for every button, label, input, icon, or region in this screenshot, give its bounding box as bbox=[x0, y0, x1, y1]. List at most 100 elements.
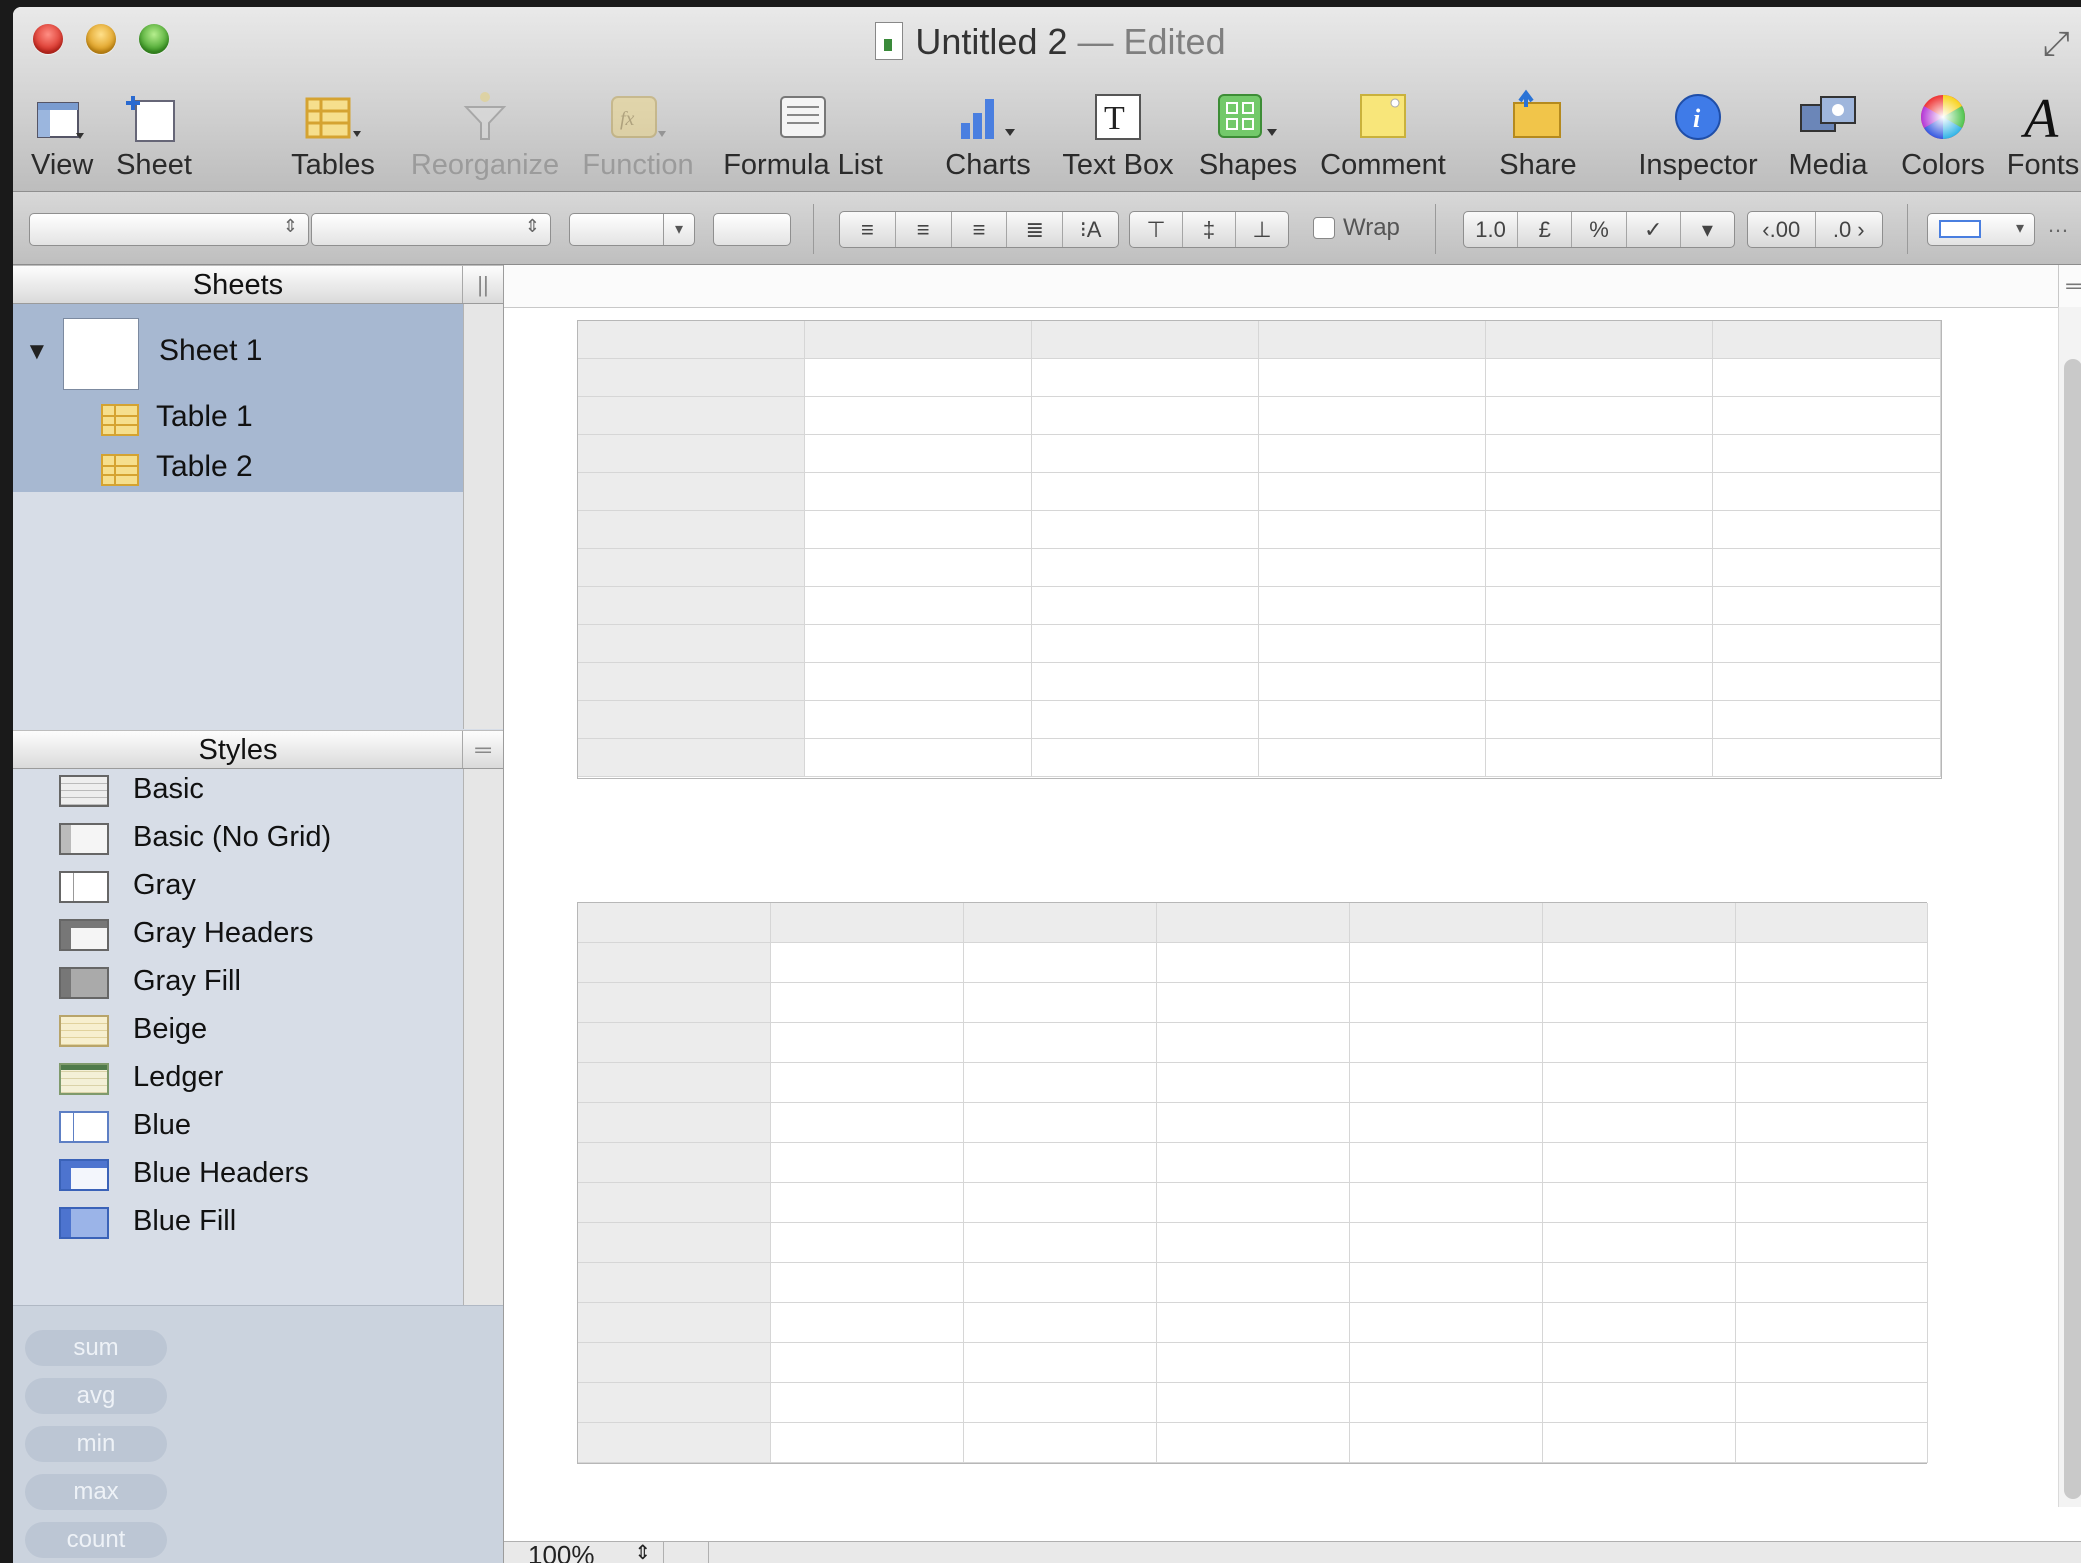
table-cell[interactable] bbox=[1736, 1263, 1928, 1303]
table-cell[interactable] bbox=[964, 1383, 1157, 1423]
table-cell[interactable] bbox=[1543, 1143, 1736, 1183]
table-cell[interactable] bbox=[1713, 549, 1941, 587]
table-cell[interactable] bbox=[1259, 587, 1486, 625]
style-item[interactable]: Beige bbox=[13, 1009, 463, 1057]
table-cell[interactable] bbox=[1736, 1103, 1928, 1143]
table-cell[interactable] bbox=[1350, 1183, 1543, 1223]
document-icon[interactable] bbox=[875, 22, 904, 60]
style-item[interactable]: Blue Fill bbox=[13, 1201, 463, 1249]
table-cell[interactable] bbox=[805, 511, 1032, 549]
table-cell[interactable] bbox=[1032, 397, 1259, 435]
table-cell[interactable] bbox=[964, 1023, 1157, 1063]
header-cell[interactable] bbox=[578, 549, 805, 587]
style-item[interactable]: Blue Headers bbox=[13, 1153, 463, 1201]
table-cell[interactable] bbox=[805, 435, 1032, 473]
table-cell[interactable] bbox=[771, 1303, 964, 1343]
table-cell[interactable] bbox=[1543, 1103, 1736, 1143]
table-cell[interactable] bbox=[1350, 1263, 1543, 1303]
align-auto-icon[interactable]: ⁝A bbox=[1063, 212, 1118, 247]
align-right-icon[interactable]: ≡ bbox=[952, 212, 1008, 247]
table-cell[interactable] bbox=[1486, 701, 1713, 739]
header-cell[interactable] bbox=[578, 397, 805, 435]
vertical-scroll-thumb[interactable] bbox=[2064, 359, 2081, 1499]
align-middle-icon[interactable]: ‡ bbox=[1183, 212, 1236, 247]
table-cell[interactable] bbox=[1032, 587, 1259, 625]
table-cell[interactable] bbox=[1486, 739, 1713, 777]
number-format-control[interactable]: 1.0 £ % ✓ ▾ bbox=[1463, 211, 1735, 248]
table-cell[interactable] bbox=[805, 473, 1032, 511]
table-cell[interactable] bbox=[1486, 511, 1713, 549]
table-cell[interactable] bbox=[1736, 1063, 1928, 1103]
table-cell[interactable] bbox=[1350, 1063, 1543, 1103]
wrap-checkbox[interactable] bbox=[1313, 217, 1335, 239]
table-cell[interactable] bbox=[1736, 1023, 1928, 1063]
table-cell[interactable] bbox=[1259, 625, 1486, 663]
header-cell[interactable] bbox=[1486, 321, 1713, 359]
header-cell[interactable] bbox=[578, 1143, 771, 1183]
more-overflow-icon[interactable]: … bbox=[2047, 212, 2069, 238]
toolbar-text-box-button[interactable]: T Text Box bbox=[1053, 85, 1183, 182]
table-cell[interactable] bbox=[1486, 549, 1713, 587]
toolbar-colors-button[interactable]: Colors bbox=[1893, 85, 1993, 182]
wrap-option[interactable]: Wrap bbox=[1313, 214, 1400, 242]
toolbar-function-button[interactable]: fx Function bbox=[573, 85, 703, 182]
table-cell[interactable] bbox=[805, 739, 1032, 777]
table-cell[interactable] bbox=[1350, 943, 1543, 983]
table-cell[interactable] bbox=[1350, 1223, 1543, 1263]
table-cell[interactable] bbox=[1157, 1063, 1350, 1103]
table-cell[interactable] bbox=[1032, 435, 1259, 473]
table-cell[interactable] bbox=[1713, 435, 1941, 473]
table-cell[interactable] bbox=[964, 1183, 1157, 1223]
table-cell[interactable] bbox=[1259, 739, 1486, 777]
header-cell[interactable] bbox=[578, 587, 805, 625]
styles-resize-handle[interactable]: ═ bbox=[462, 731, 503, 768]
header-cell[interactable] bbox=[578, 1183, 771, 1223]
table-cell[interactable] bbox=[964, 1303, 1157, 1343]
table-cell[interactable] bbox=[1157, 1143, 1350, 1183]
table-cell[interactable] bbox=[1157, 1423, 1350, 1463]
table-cell[interactable] bbox=[1713, 397, 1941, 435]
table-cell[interactable] bbox=[771, 1143, 964, 1183]
table-cell[interactable] bbox=[1259, 473, 1486, 511]
header-cell[interactable] bbox=[578, 739, 805, 777]
table-cell[interactable] bbox=[1543, 1063, 1736, 1103]
table-cell[interactable] bbox=[1032, 739, 1259, 777]
table-cell[interactable] bbox=[771, 1383, 964, 1423]
header-cell[interactable] bbox=[578, 1223, 771, 1263]
header-cell[interactable] bbox=[1032, 321, 1259, 359]
sheets-resize-handle[interactable]: || bbox=[462, 266, 503, 303]
header-cell[interactable] bbox=[578, 473, 805, 511]
toolbar-media-button[interactable]: Media bbox=[1783, 85, 1873, 182]
header-cell[interactable] bbox=[771, 903, 964, 943]
align-justify-icon[interactable]: ≣ bbox=[1007, 212, 1064, 247]
style-item[interactable]: Gray Headers bbox=[13, 913, 463, 961]
table-cell[interactable] bbox=[771, 1063, 964, 1103]
table-cell[interactable] bbox=[1350, 1303, 1543, 1343]
table-cell[interactable] bbox=[964, 1143, 1157, 1183]
header-cell[interactable] bbox=[578, 1423, 771, 1463]
toolbar-sheet-button[interactable]: Sheet bbox=[109, 85, 199, 182]
header-cell[interactable] bbox=[578, 1303, 771, 1343]
table-cell[interactable] bbox=[1543, 1343, 1736, 1383]
toolbar-share-button[interactable]: Share bbox=[1493, 85, 1583, 182]
table-cell[interactable] bbox=[1032, 511, 1259, 549]
table-cell[interactable] bbox=[1157, 1023, 1350, 1063]
table-cell[interactable] bbox=[1713, 663, 1941, 701]
table-cell[interactable] bbox=[1543, 1303, 1736, 1343]
table-cell[interactable] bbox=[1543, 943, 1736, 983]
decrease-decimal-button[interactable]: ‹.00 bbox=[1748, 212, 1816, 247]
table-cell[interactable] bbox=[1032, 359, 1259, 397]
table-cell[interactable] bbox=[805, 625, 1032, 663]
table-cell[interactable] bbox=[964, 943, 1157, 983]
table-cell[interactable] bbox=[771, 1183, 964, 1223]
table-cell[interactable] bbox=[771, 1103, 964, 1143]
table-cell[interactable] bbox=[771, 1423, 964, 1463]
table-cell[interactable] bbox=[1259, 397, 1486, 435]
table-cell[interactable] bbox=[1157, 1263, 1350, 1303]
table-cell[interactable] bbox=[964, 1343, 1157, 1383]
table-cell[interactable] bbox=[1032, 625, 1259, 663]
table-cell[interactable] bbox=[1736, 1303, 1928, 1343]
table-cell[interactable] bbox=[1736, 983, 1928, 1023]
header-cell[interactable] bbox=[578, 1343, 771, 1383]
table-cell[interactable] bbox=[1543, 1023, 1736, 1063]
